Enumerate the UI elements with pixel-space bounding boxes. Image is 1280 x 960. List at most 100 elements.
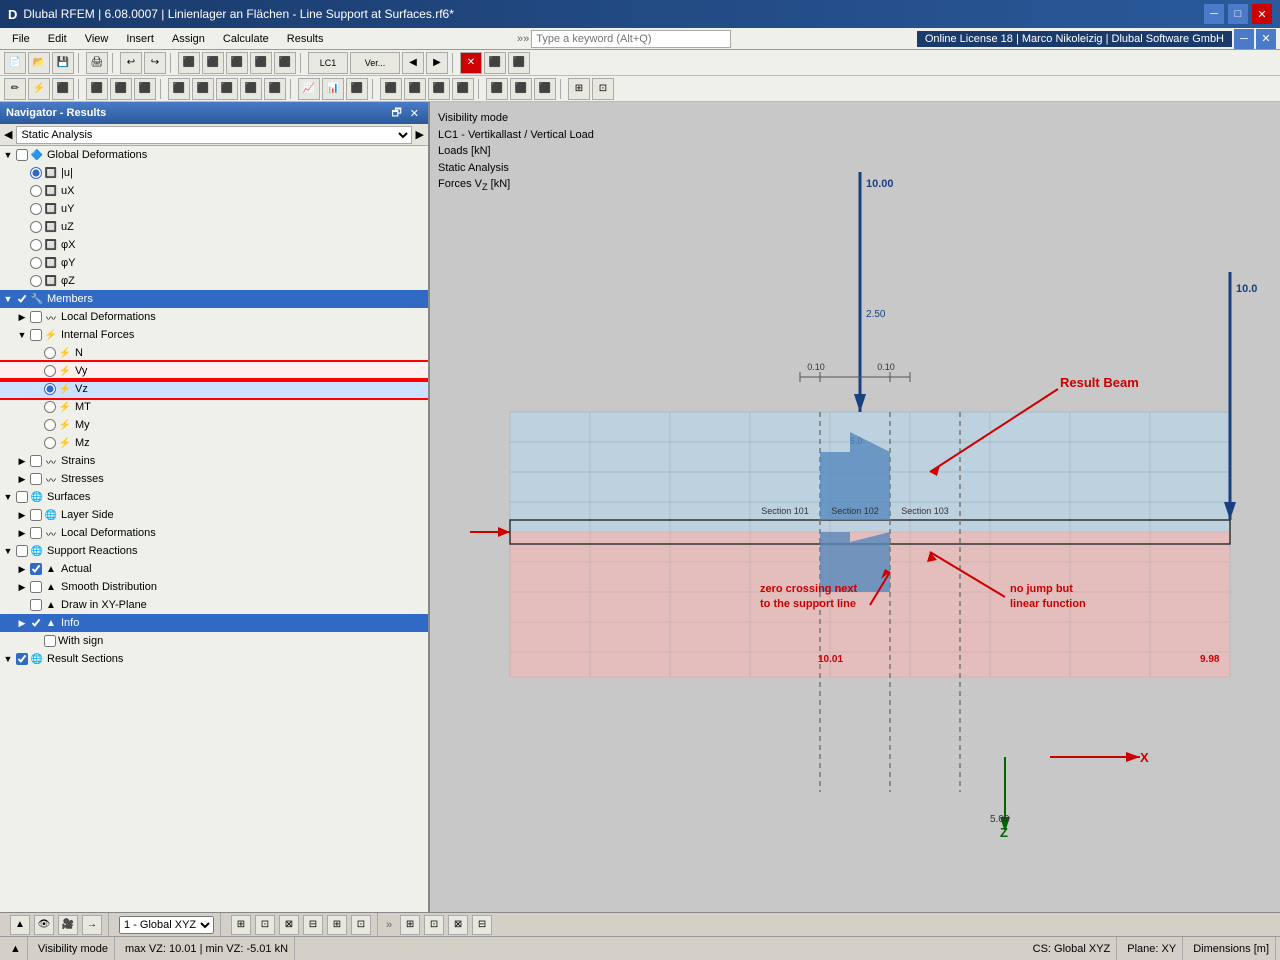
- check-draw-xy[interactable]: [30, 599, 42, 611]
- view-tool-2[interactable]: ⬛: [202, 52, 224, 74]
- check-info[interactable]: [30, 617, 42, 629]
- tree-phiz[interactable]: 🔲 φZ: [0, 272, 428, 290]
- analysis-dropdown[interactable]: Static Analysis: [16, 126, 411, 144]
- extra-nav-3[interactable]: ⊠: [448, 915, 468, 935]
- tree-MT[interactable]: ⚡ MT: [0, 398, 428, 416]
- tree-Vz[interactable]: ⚡ Vz: [0, 380, 428, 398]
- extra-nav-1[interactable]: ⊞: [400, 915, 420, 935]
- result-display-btn[interactable]: ✕: [460, 52, 482, 74]
- radio-phiy[interactable]: [30, 257, 42, 269]
- panel-close-button[interactable]: ✕: [1256, 29, 1276, 49]
- tree-result-sections[interactable]: ▼ 🌐 Result Sections: [0, 650, 428, 668]
- tree-smooth-dist[interactable]: ▶ ▲ Smooth Distribution: [0, 578, 428, 596]
- nav-t4[interactable]: ⊟: [303, 915, 323, 935]
- tree-info[interactable]: ▶ ▲ Info: [0, 614, 428, 632]
- prev-btn[interactable]: ◀: [402, 52, 424, 74]
- analysis-arrow-left[interactable]: ◀: [4, 128, 12, 141]
- draw-tool-2[interactable]: ⚡: [28, 78, 50, 100]
- tree-local-def[interactable]: ▶ 〰 Local Deformations: [0, 308, 428, 326]
- radio-N[interactable]: [44, 347, 56, 359]
- radio-Mz[interactable]: [44, 437, 56, 449]
- nav-tool-1[interactable]: ⬛: [380, 78, 402, 100]
- nav-close-button[interactable]: ✕: [407, 104, 422, 123]
- check-global-def[interactable]: [16, 149, 28, 161]
- tree-layer-side[interactable]: ▶ 🌐 Layer Side: [0, 506, 428, 524]
- check-surfaces[interactable]: [16, 491, 28, 503]
- view-btn-2[interactable]: 👁: [34, 915, 54, 935]
- analysis-arrow-right[interactable]: ▶: [416, 128, 424, 141]
- tree-surfaces[interactable]: ▼ 🌐 Surfaces: [0, 488, 428, 506]
- check-local-def-surf[interactable]: [30, 527, 42, 539]
- view-btn-3[interactable]: 🎥: [58, 915, 78, 935]
- draw-tool-3[interactable]: ⬛: [52, 78, 74, 100]
- check-result-sections[interactable]: [16, 653, 28, 665]
- check-actual[interactable]: [30, 563, 42, 575]
- menu-view[interactable]: View: [77, 31, 117, 47]
- tree-support-reactions[interactable]: ▼ 🌐 Support Reactions: [0, 542, 428, 560]
- expand-result-sections[interactable]: ▼: [2, 653, 14, 665]
- radio-phix[interactable]: [30, 239, 42, 251]
- extra-tool-1[interactable]: ⬛: [486, 78, 508, 100]
- check-int-forces[interactable]: [30, 329, 42, 341]
- nav-t1[interactable]: ⊞: [231, 915, 251, 935]
- tree-phix[interactable]: 🔲 φX: [0, 236, 428, 254]
- snap-tool-1[interactable]: ⬛: [86, 78, 108, 100]
- expand-stresses[interactable]: ▶: [16, 473, 28, 485]
- close-button[interactable]: ✕: [1252, 4, 1272, 24]
- radio-MT[interactable]: [44, 401, 56, 413]
- draw-tool-1[interactable]: ✏: [4, 78, 26, 100]
- view-tool-3[interactable]: ⬛: [226, 52, 248, 74]
- check-support-reactions[interactable]: [16, 545, 28, 557]
- tree-with-sign[interactable]: ▶ With sign: [0, 632, 428, 650]
- chart-tool-1[interactable]: 📈: [298, 78, 320, 100]
- radio-u-abs[interactable]: [30, 167, 42, 179]
- expand-members[interactable]: ▼: [2, 293, 14, 305]
- menu-results[interactable]: Results: [279, 31, 332, 47]
- expand-strains[interactable]: ▶: [16, 455, 28, 467]
- check-smooth-dist[interactable]: [30, 581, 42, 593]
- check-layer-side[interactable]: [30, 509, 42, 521]
- navigator-header-controls[interactable]: 🗗 ✕: [388, 104, 422, 123]
- check-stresses[interactable]: [30, 473, 42, 485]
- tree-Vy[interactable]: ⚡ Vy: [0, 362, 428, 380]
- expand-actual[interactable]: ▶: [16, 563, 28, 575]
- tree-N[interactable]: ⚡ N: [0, 344, 428, 362]
- minimize-button[interactable]: ─: [1204, 4, 1224, 24]
- radio-Vz[interactable]: [44, 383, 56, 395]
- ver-btn[interactable]: Ver...: [350, 52, 400, 74]
- tree-global-deformations[interactable]: ▼ 🔷 Global Deformations: [0, 146, 428, 164]
- snap-tool-3[interactable]: ⬛: [134, 78, 156, 100]
- tree-ux[interactable]: 🔲 uX: [0, 182, 428, 200]
- check-with-sign[interactable]: [44, 635, 56, 647]
- radio-uz[interactable]: [30, 221, 42, 233]
- radio-My[interactable]: [44, 419, 56, 431]
- result-tool-2[interactable]: ⬛: [484, 52, 506, 74]
- nav-t5[interactable]: ⊞: [327, 915, 347, 935]
- print-button[interactable]: 🖨: [86, 52, 108, 74]
- menu-assign[interactable]: Assign: [164, 31, 213, 47]
- maximize-button[interactable]: □: [1228, 4, 1248, 24]
- expand-local-def-surf[interactable]: ▶: [16, 527, 28, 539]
- extra-nav-2[interactable]: ⊡: [424, 915, 444, 935]
- view-btn-4[interactable]: →: [82, 915, 102, 935]
- radio-uy[interactable]: [30, 203, 42, 215]
- tree-local-def-surf[interactable]: ▶ 〰 Local Deformations: [0, 524, 428, 542]
- expand-info[interactable]: ▶: [16, 617, 28, 629]
- display-tool-1[interactable]: ⬛: [168, 78, 190, 100]
- expand-int-forces[interactable]: ▼: [16, 329, 28, 341]
- expand-layer-side[interactable]: ▶: [16, 509, 28, 521]
- menu-file[interactable]: File: [4, 31, 38, 47]
- new-button[interactable]: 📄: [4, 52, 26, 74]
- nav-t6[interactable]: ⊡: [351, 915, 371, 935]
- nav-tool-2[interactable]: ⬛: [404, 78, 426, 100]
- titlebar-controls[interactable]: ─ □ ✕: [1204, 4, 1272, 24]
- lc-btn[interactable]: LC1: [308, 52, 348, 74]
- chart-tool-3[interactable]: ⬛: [346, 78, 368, 100]
- expand-local-def[interactable]: ▶: [16, 311, 28, 323]
- snap-tool-2[interactable]: ⬛: [110, 78, 132, 100]
- expand-surfaces[interactable]: ▼: [2, 491, 14, 503]
- radio-ux[interactable]: [30, 185, 42, 197]
- check-strains[interactable]: [30, 455, 42, 467]
- grid-tool-2[interactable]: ⊡: [592, 78, 614, 100]
- viewport[interactable]: Visibility mode LC1 - Vertikallast / Ver…: [430, 102, 1280, 912]
